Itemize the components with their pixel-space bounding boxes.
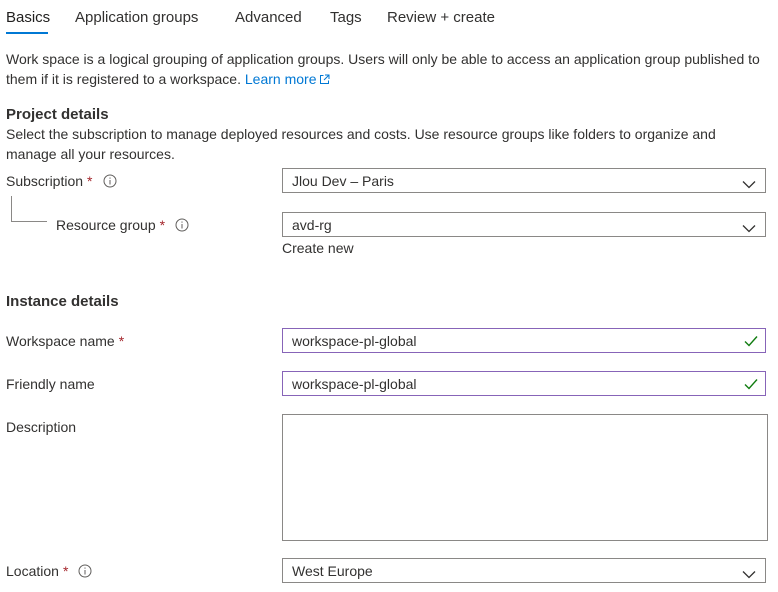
external-link-icon <box>319 71 330 91</box>
description-label: Description <box>6 419 77 435</box>
location-dropdown[interactable]: West Europe <box>282 558 766 583</box>
project-details-description: Select the subscription to manage deploy… <box>6 126 716 162</box>
required-marker: * <box>159 217 166 233</box>
checkmark-icon <box>744 334 758 350</box>
subscription-dropdown[interactable]: Jlou Dev – Paris <box>282 168 766 193</box>
info-icon[interactable] <box>78 563 92 583</box>
description-textarea[interactable] <box>282 414 768 541</box>
required-marker: * <box>87 173 93 189</box>
chevron-down-icon <box>742 566 756 582</box>
intro-description: Work space is a logical grouping of appl… <box>6 51 760 87</box>
location-label: Location * <box>6 561 92 583</box>
info-icon[interactable] <box>103 173 117 193</box>
location-value: West Europe <box>292 563 373 579</box>
friendly-name-input[interactable]: workspace-pl-global <box>282 371 766 396</box>
create-new-link[interactable]: Create new <box>282 238 354 258</box>
resource-group-label: Resource group * <box>56 215 189 237</box>
tab-basics[interactable]: Basics <box>6 9 50 27</box>
tab-bar: Basics Application groups Advanced Tags … <box>0 0 778 36</box>
friendly-name-value: workspace-pl-global <box>292 376 417 392</box>
tab-review-create[interactable]: Review + create <box>387 9 495 27</box>
workspace-name-value: workspace-pl-global <box>292 333 417 349</box>
subscription-label: Subscription * <box>6 171 117 193</box>
tab-application-groups[interactable]: Application groups <box>75 9 198 27</box>
tab-tags[interactable]: Tags <box>330 9 362 27</box>
intro-text: Work space is a logical grouping of appl… <box>6 50 766 90</box>
required-marker: * <box>62 563 69 579</box>
instance-details-title: Instance details <box>6 293 119 310</box>
learn-more-link[interactable]: Learn more <box>245 71 331 87</box>
workspace-name-label: Workspace name * <box>6 333 125 349</box>
resource-group-dropdown[interactable]: avd-rg <box>282 212 766 237</box>
subscription-value: Jlou Dev – Paris <box>292 173 394 189</box>
active-tab-indicator <box>6 32 48 34</box>
checkmark-icon <box>744 377 758 393</box>
hierarchy-connector <box>11 196 47 222</box>
friendly-name-label: Friendly name <box>6 376 95 392</box>
info-icon[interactable] <box>175 217 189 237</box>
project-details-title: Project details <box>6 106 109 123</box>
required-marker: * <box>118 333 125 349</box>
tab-advanced[interactable]: Advanced <box>235 9 302 27</box>
workspace-name-input[interactable]: workspace-pl-global <box>282 328 766 353</box>
chevron-down-icon <box>742 176 756 192</box>
chevron-down-icon <box>742 220 756 236</box>
resource-group-value: avd-rg <box>292 217 332 233</box>
